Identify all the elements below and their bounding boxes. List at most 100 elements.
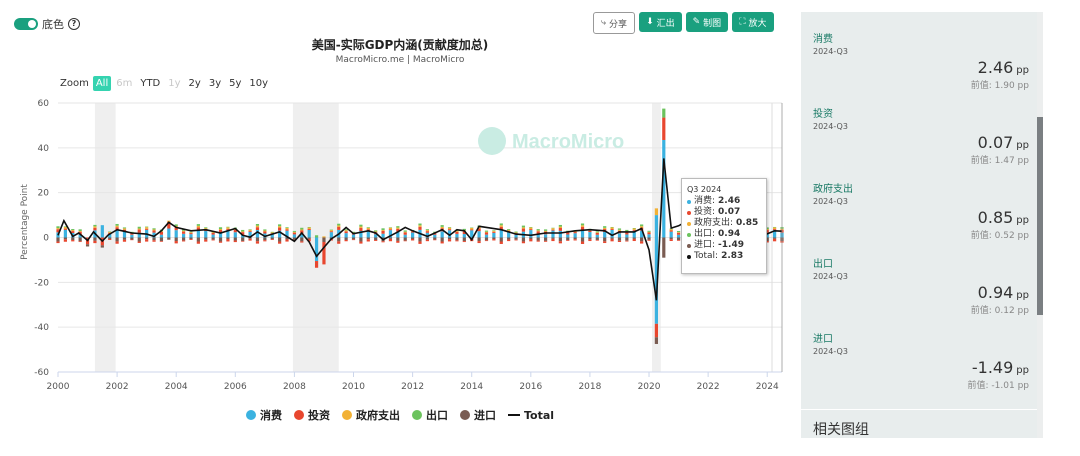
bar-segment-neg <box>647 237 651 240</box>
bar-segment-neg <box>263 237 267 241</box>
bar-segment-1 <box>381 230 385 234</box>
x-tick-label: 2002 <box>106 382 129 392</box>
gdp-contribution-chart[interactable]: MacroMicro 60 40 20 0 -20 -40 -60 2000 2002 2004… <box>0 90 790 400</box>
bar-segment-1 <box>388 229 393 231</box>
zoom-selector: Zoom All 6m YTD 1y 2y 3y 5y 10y <box>60 76 271 91</box>
indicator-date: 2024-Q3 <box>813 347 848 356</box>
indicator-sidebar: 消费 2024-Q3 2.46 pp 前值: 1.90 pp 投资 2024-Q3… <box>801 12 1037 438</box>
x-tick-label: 2006 <box>224 382 247 392</box>
zoom-label: Zoom <box>60 78 89 89</box>
bar-segment-3 <box>640 224 644 227</box>
bar-segment-neg <box>632 238 636 242</box>
bar-segment-1 <box>492 231 496 233</box>
bar-segment-neg <box>580 237 585 242</box>
bar-segment-1 <box>248 230 252 232</box>
bar-segment-neg <box>226 239 230 242</box>
zoom-1y-button[interactable]: 1y <box>165 76 183 91</box>
bar-segment-3 <box>359 224 363 227</box>
bar-segment-3 <box>418 223 422 226</box>
bar-segment-1 <box>662 117 666 140</box>
bar-segment-0 <box>455 233 459 238</box>
zoom-5y-button[interactable]: 5y <box>226 76 244 91</box>
bar-segment-2 <box>470 227 474 230</box>
bar-segment-2 <box>241 231 245 233</box>
legend-item-government[interactable]: 政府支出 <box>341 407 400 423</box>
share-button[interactable]: ⤷ 分享 <box>593 12 636 34</box>
bar-segment-neg <box>300 241 304 243</box>
expand-button[interactable]: ⛶ 放大 <box>732 12 774 32</box>
bar-segment-neg <box>403 240 407 242</box>
zoom-6m-button[interactable]: 6m <box>113 76 135 91</box>
zoom-ytd-button[interactable]: YTD <box>137 76 163 91</box>
legend-item-consumption[interactable]: 消费 <box>245 407 282 423</box>
bar-segment-neg <box>440 241 444 244</box>
bar-segment-neg <box>218 237 223 242</box>
bar-segment-2 <box>595 232 599 233</box>
zoom-10y-button[interactable]: 10y <box>246 76 271 91</box>
bar-segment-neg <box>403 237 407 241</box>
value-unit: pp <box>1016 290 1029 301</box>
bar-segment-neg <box>145 237 149 240</box>
bar-segment-3 <box>625 229 629 232</box>
bar-segment-2 <box>226 227 230 229</box>
legend-item-imports[interactable]: 进口 <box>459 407 496 423</box>
bar-segment-2 <box>248 229 252 231</box>
help-icon[interactable]: ? <box>68 18 80 30</box>
sidebar-item-investment[interactable]: 投资 2024-Q3 0.07 pp 前值: 1.47 pp <box>813 105 1029 175</box>
legend-item-total[interactable]: Total <box>507 407 554 423</box>
tooltip-row: Total: 2.83 <box>687 251 761 262</box>
sidebar-item-exports[interactable]: 出口 2024-Q3 0.94 pp 前值: 0.12 pp <box>813 255 1029 325</box>
legend-item-investment[interactable]: 投资 <box>293 407 330 423</box>
related-charts-heading[interactable]: 相关图组 <box>813 419 869 438</box>
legend-dot <box>459 410 470 420</box>
toggle-switch[interactable] <box>14 18 38 30</box>
bar-segment-neg <box>647 239 651 241</box>
export-button[interactable]: ⬇ 汇出 <box>639 12 682 32</box>
draw-button[interactable]: ✎ 制图 <box>685 12 729 32</box>
bar-segment-neg <box>78 237 82 242</box>
bar-segment-0 <box>625 234 629 238</box>
x-tick-label: 2008 <box>283 382 306 392</box>
bar-segment-2 <box>307 227 311 230</box>
bar-segment-2 <box>63 227 67 229</box>
bar-segment-3 <box>300 227 304 230</box>
bar-segment-neg <box>366 237 370 240</box>
bar-segment-neg <box>196 241 200 244</box>
bar-segment-neg <box>56 237 60 242</box>
bar-segment-neg <box>551 237 555 239</box>
chart-subtitle: MacroMicro.me | MacroMicro <box>335 55 465 65</box>
bar-segment-neg <box>218 241 223 243</box>
indicator-previous: 前值: 0.12 pp <box>970 306 1029 316</box>
bar-segment-0 <box>196 230 200 238</box>
expand-label: 放大 <box>748 18 767 29</box>
bar-segment-3 <box>241 229 245 232</box>
tooltip-dot <box>687 232 691 237</box>
indicator-value: 2.46 pp <box>978 58 1029 77</box>
bar-segment-0 <box>617 233 622 238</box>
sidebar-item-imports[interactable]: 进口 2024-Q3 -1.49 pp 前值: -1.01 pp <box>813 330 1029 400</box>
sidebar-item-consumption[interactable]: 消费 2024-Q3 2.46 pp 前值: 1.90 pp <box>813 30 1029 100</box>
bar-segment-1 <box>521 228 526 232</box>
bar-segment-neg <box>662 237 666 258</box>
sidebar-item-government[interactable]: 政府支出 2024-Q3 0.85 pp 前值: 0.52 pp <box>813 180 1029 250</box>
bar-segment-3 <box>543 229 548 231</box>
bar-segment-3 <box>278 224 282 227</box>
indicator-previous: 前值: 1.47 pp <box>970 156 1029 166</box>
zoom-all-button[interactable]: All <box>92 76 112 91</box>
bar-segment-neg <box>359 237 363 242</box>
bar-segment-2 <box>447 227 452 230</box>
bar-segment-1 <box>447 229 452 231</box>
sidebar-scrollbar[interactable] <box>1037 12 1043 438</box>
legend-item-exports[interactable]: 出口 <box>411 407 448 423</box>
zoom-3y-button[interactable]: 3y <box>206 76 224 91</box>
bar-segment-2 <box>181 230 186 232</box>
zoom-2y-button[interactable]: 2y <box>186 76 204 91</box>
bar-segment-neg <box>381 241 385 243</box>
bar-segment-neg <box>396 237 400 241</box>
bar-segment-neg <box>337 237 341 242</box>
background-toggle[interactable]: 底色 ? <box>14 16 80 32</box>
bar-segment-neg <box>514 237 518 240</box>
legend-label: 出口 <box>425 409 448 422</box>
bar-segment-3 <box>78 229 82 231</box>
scrollbar-thumb[interactable] <box>1037 117 1043 315</box>
